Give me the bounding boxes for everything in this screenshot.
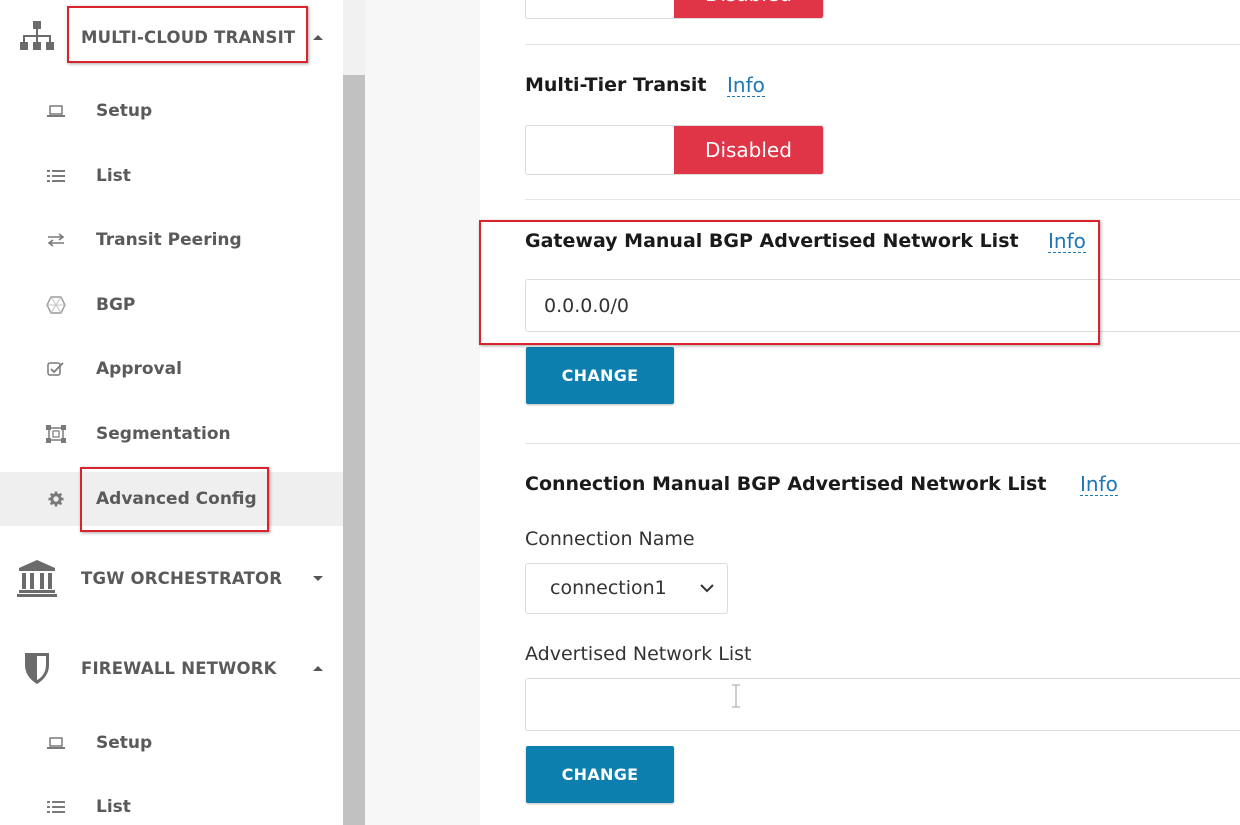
gear-icon [46,489,66,509]
checkbox-icon [46,359,66,379]
gateway-bgp-title: Gateway Manual BGP Advertised Network Li… [525,230,1019,252]
sidebar-item-label: List [96,166,131,186]
sidebar-item-label: Advanced Config [96,489,257,509]
list-icon [46,797,66,817]
multi-tier-transit-title: Multi-Tier Transit [525,74,707,96]
caret-up-icon [313,34,323,40]
shield-icon [16,647,58,689]
sidebar-section-label: MULTI-CLOUD TRANSIT [81,27,296,47]
connection-name-label: Connection Name [525,528,695,550]
sidebar-item-approval[interactable]: Approval [0,342,343,396]
caret-up-icon [313,665,323,671]
sidebar-item-label: Segmentation [96,424,231,444]
sidebar-item-label: Transit Peering [96,230,242,250]
sidebar-item-segmentation[interactable]: Segmentation [0,407,343,461]
arrows-exchange-icon [46,230,66,250]
section-divider [525,443,1240,444]
connection-name-select[interactable]: connection1 [525,563,728,614]
advertised-network-list-input[interactable] [525,678,1240,731]
caret-down-icon [313,575,323,581]
laptop-icon [46,101,66,121]
chevron-down-icon [699,580,715,596]
content-gutter [365,0,480,825]
sidebar-item-advanced-config[interactable]: Advanced Config [0,472,343,526]
sidebar-item-list[interactable]: List [0,149,343,203]
previous-setting-toggle[interactable]: Disabled [525,0,824,19]
connection-bgp-change-button[interactable]: CHANGE [526,746,674,803]
sidebar-section-label: FIREWALL NETWORK [81,658,277,678]
list-icon [46,166,66,186]
section-divider [525,44,1240,45]
sidebar-section-tgw-orchestrator[interactable]: TGW ORCHESTRATOR [0,548,343,608]
laptop-icon [46,733,66,753]
hexagon-icon [46,295,66,315]
toggle-disabled-state: Disabled [674,0,823,18]
text-cursor-icon [729,684,743,708]
sidebar-item-setup[interactable]: Setup [0,84,343,138]
sidebar-section-multi-cloud-transit[interactable]: MULTI-CLOUD TRANSIT [0,7,343,67]
sidebar-item-firewall-setup[interactable]: Setup [0,716,343,770]
multi-tier-transit-info-link[interactable]: Info [727,74,765,97]
gateway-bgp-change-button[interactable]: CHANGE [526,347,674,404]
segmentation-icon [46,424,66,444]
sidebar-item-firewall-list[interactable]: List [0,780,343,825]
sidebar-scrollbar-thumb[interactable] [343,75,365,825]
sidebar-item-transit-peering[interactable]: Transit Peering [0,213,343,267]
gateway-bgp-info-link[interactable]: Info [1048,230,1086,253]
sidebar: MULTI-CLOUD TRANSIT Setup List Transit P… [0,0,343,825]
gateway-bgp-network-input[interactable]: 0.0.0.0/0 [525,279,1240,332]
connection-bgp-info-link[interactable]: Info [1080,473,1118,496]
sidebar-section-label: TGW ORCHESTRATOR [81,568,283,588]
multi-tier-transit-toggle[interactable]: Disabled [525,125,824,175]
bank-building-icon [16,557,58,599]
sidebar-item-label: Setup [96,733,153,753]
sidebar-section-firewall-network[interactable]: FIREWALL NETWORK [0,638,343,698]
sidebar-item-bgp[interactable]: BGP [0,278,343,332]
connection-bgp-title: Connection Manual BGP Advertised Network… [525,473,1047,495]
sidebar-item-label: BGP [96,295,136,315]
app-root: MULTI-CLOUD TRANSIT Setup List Transit P… [0,0,1240,825]
sidebar-item-label: Setup [96,101,153,121]
advertised-network-list-label: Advertised Network List [525,643,752,665]
network-hierarchy-icon [16,16,58,58]
connection-name-selected-value: connection1 [550,577,667,599]
toggle-disabled-state: Disabled [674,126,823,174]
section-divider [525,199,1240,200]
sidebar-item-label: Approval [96,359,182,379]
sidebar-item-label: List [96,797,131,817]
